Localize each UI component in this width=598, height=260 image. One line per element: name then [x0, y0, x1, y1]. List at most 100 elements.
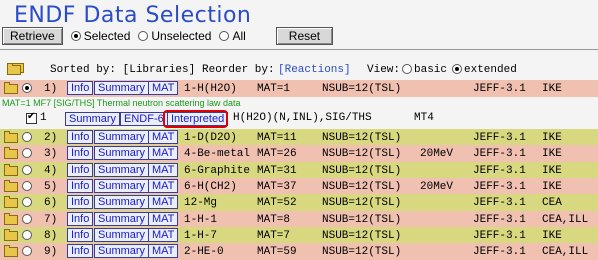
- row-target: 2-HE-0: [184, 245, 224, 258]
- info-button[interactable]: Info: [67, 244, 94, 258]
- summary-button[interactable]: Summary: [94, 195, 150, 209]
- folder-icon[interactable]: [4, 245, 18, 257]
- summary-button[interactable]: Summary: [94, 163, 150, 177]
- summary-button[interactable]: Summary: [94, 146, 150, 160]
- row-target: 1-D(D2O): [184, 131, 237, 144]
- view-extended-radio[interactable]: [452, 64, 462, 74]
- folder-icon[interactable]: [4, 147, 18, 159]
- row-number: 6): [44, 196, 58, 209]
- reorder-reactions-link[interactable]: [Reactions]: [278, 64, 351, 76]
- row-lab: IKE: [542, 147, 562, 160]
- summary-button[interactable]: Summary: [65, 112, 121, 126]
- reaction-mt: MT4: [414, 112, 434, 124]
- row-select-radio[interactable]: [22, 246, 32, 256]
- row-select-radio[interactable]: [22, 148, 32, 158]
- row-number: 8): [44, 229, 58, 242]
- row-library: JEFF-3.1: [473, 213, 526, 226]
- divider: [0, 49, 598, 50]
- info-button[interactable]: Info: [67, 130, 94, 144]
- row-target: 1-H-1: [184, 213, 218, 226]
- row-nsub: NSUB=12(TSL): [322, 82, 402, 95]
- table-row: 6) Info Summary MAT 12-Mg MAT=52 NSUB=12…: [0, 194, 598, 211]
- reset-button[interactable]: Reset: [275, 27, 334, 45]
- table-row: 1) Info Summary MAT 1-H(H2O) MAT=1 NSUB=…: [0, 80, 598, 97]
- folder-icon: [7, 63, 21, 75]
- row-lab: IKE: [542, 229, 562, 242]
- folder-icon[interactable]: [4, 196, 18, 208]
- top-controls: Retrieve Selected Unselected All Reset: [2, 26, 596, 46]
- row-library: JEFF-3.1: [473, 147, 526, 160]
- row-target: 6-Graphite: [184, 164, 251, 177]
- row-target: 12-Mg: [184, 196, 218, 209]
- info-button[interactable]: Info: [67, 179, 94, 193]
- row-select-radio[interactable]: [22, 181, 32, 191]
- row-select-radio[interactable]: [22, 214, 32, 224]
- row-energy: 20MeV: [420, 180, 454, 193]
- row-lab: IKE: [542, 131, 562, 144]
- table-row: 2) Info Summary MAT 1-D(D2O) MAT=11 NSUB…: [0, 129, 598, 146]
- row-number: 2): [44, 131, 58, 144]
- mat-button[interactable]: MAT: [148, 146, 179, 160]
- table-row: 9) Info Summary MAT 2-HE-0 MAT=59 NSUB=1…: [0, 243, 598, 260]
- row-select-radio[interactable]: [22, 83, 32, 93]
- row-nsub: NSUB=12(TSL): [322, 229, 402, 242]
- row-select-radio[interactable]: [22, 132, 32, 142]
- material-info-line: MAT=1 MF7 [SIG/THS] Thermal neutron scat…: [2, 98, 241, 108]
- folder-icon[interactable]: [4, 213, 18, 225]
- info-button[interactable]: Info: [67, 195, 94, 209]
- summary-button[interactable]: Summary: [94, 179, 150, 193]
- info-button[interactable]: Info: [67, 163, 94, 177]
- view-basic-label: basic: [414, 64, 448, 76]
- summary-button[interactable]: Summary: [94, 81, 150, 95]
- row-library: JEFF-3.1: [473, 196, 526, 209]
- folder-icon[interactable]: [4, 131, 18, 143]
- mat-button[interactable]: MAT: [148, 212, 179, 226]
- row-mat: MAT=7: [257, 229, 291, 242]
- info-button[interactable]: Info: [67, 228, 94, 242]
- unselected-radio[interactable]: [138, 31, 149, 41]
- row-library: JEFF-3.1: [473, 229, 526, 242]
- row-nsub: NSUB=12(TSL): [322, 180, 402, 193]
- row-target: 6-H(CH2): [184, 180, 237, 193]
- folder-icon[interactable]: [4, 180, 18, 192]
- mat-button[interactable]: MAT: [148, 179, 179, 193]
- view-basic-radio[interactable]: [402, 64, 412, 74]
- all-label: All: [232, 29, 246, 43]
- folder-icon[interactable]: [4, 82, 18, 94]
- summary-button[interactable]: Summary: [94, 228, 150, 242]
- row-select-radio[interactable]: [22, 165, 32, 175]
- mat-button[interactable]: MAT: [148, 81, 179, 95]
- row-target: 4-Be-metal: [184, 147, 251, 160]
- sorted-by-label: Sorted by: [Libraries]: [50, 64, 196, 76]
- row-select-radio[interactable]: [22, 197, 32, 207]
- mat-button[interactable]: MAT: [148, 195, 179, 209]
- row-lab: CEA,ILL: [542, 213, 589, 226]
- row-lab: CEA: [542, 196, 562, 209]
- table-row: 4) Info Summary MAT 6-Graphite MAT=31 NS…: [0, 162, 598, 179]
- selected-radio[interactable]: [70, 31, 81, 41]
- info-button[interactable]: Info: [67, 81, 94, 95]
- row-number: 3): [44, 147, 58, 160]
- mat-button[interactable]: MAT: [148, 130, 179, 144]
- all-radio[interactable]: [219, 31, 230, 41]
- summary-button[interactable]: Summary: [94, 244, 150, 258]
- mat-button[interactable]: MAT: [148, 228, 179, 242]
- row-nsub: NSUB=12(TSL): [322, 147, 402, 160]
- row-nsub: NSUB=12(TSL): [322, 196, 402, 209]
- table-row: 3) Info Summary MAT 4-Be-metal MAT=26 NS…: [0, 145, 598, 162]
- row-select-radio[interactable]: [22, 230, 32, 240]
- mat-button[interactable]: MAT: [148, 244, 179, 258]
- row-library: JEFF-3.1: [473, 131, 526, 144]
- info-button[interactable]: Info: [67, 146, 94, 160]
- folder-icon[interactable]: [4, 229, 18, 241]
- summary-button[interactable]: Summary: [94, 130, 150, 144]
- summary-button[interactable]: Summary: [94, 212, 150, 226]
- row-nsub: NSUB=12(TSL): [322, 213, 402, 226]
- endf6-button[interactable]: ENDF-6: [120, 112, 168, 126]
- mat-button[interactable]: MAT: [148, 163, 179, 177]
- page-title: ENDF Data Selection: [14, 3, 252, 28]
- folder-icon[interactable]: [4, 164, 18, 176]
- retrieve-button[interactable]: Retrieve: [2, 27, 63, 45]
- reaction-checkbox[interactable]: [26, 111, 37, 124]
- info-button[interactable]: Info: [67, 212, 94, 226]
